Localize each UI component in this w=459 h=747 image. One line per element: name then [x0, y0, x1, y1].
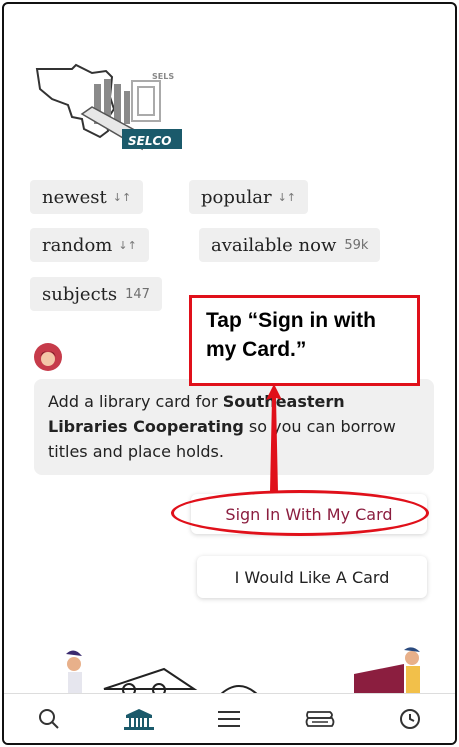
instruction-callout: Tap “Sign in with my Card.”: [189, 295, 420, 386]
annotation-arrow-icon: [266, 384, 282, 492]
chip-count: 147: [125, 286, 150, 302]
request-card-button[interactable]: I Would Like A Card: [197, 556, 427, 598]
reading-illustration: [44, 647, 444, 697]
highlight-oval: [171, 490, 429, 536]
tab-activity[interactable]: [390, 704, 430, 734]
library-card-message: Add a library card for Southeastern Libr…: [34, 379, 434, 475]
tab-shelf[interactable]: [300, 704, 340, 734]
library-icon: [124, 708, 155, 730]
tab-menu[interactable]: [209, 704, 249, 734]
instruction-text: Tap “Sign in with my Card.”: [206, 309, 376, 361]
logo-selco-text: SELCO: [128, 134, 172, 148]
chip-label: newest: [42, 186, 107, 208]
selco-logo: SELS SELCO: [35, 63, 182, 151]
chip-subjects[interactable]: subjects 147: [30, 277, 162, 311]
logo-sels-text: SELS: [152, 72, 174, 81]
chip-newest[interactable]: newest ↓↑: [30, 180, 144, 214]
chip-popular[interactable]: popular ↓↑: [189, 180, 309, 214]
chip-count: 59k: [344, 237, 369, 253]
request-card-label: I Would Like A Card: [234, 567, 390, 587]
bottom-tab-bar: [4, 693, 455, 743]
chip-label: available now: [211, 234, 337, 256]
message-prefix: Add a library card for: [48, 392, 223, 411]
chip-label: popular: [201, 186, 272, 208]
clock-icon: [399, 708, 420, 729]
sort-icon: ↓↑: [118, 238, 137, 252]
sort-icon: ↓↑: [277, 190, 297, 204]
chip-label: random: [42, 234, 113, 256]
shelf-icon: [305, 710, 335, 727]
app-screen: SELS SELCO newest ↓↑ popular ↓↑ random ↓…: [2, 2, 457, 745]
tab-search[interactable]: [29, 704, 69, 734]
chip-random[interactable]: random ↓↑: [30, 228, 149, 262]
chip-label: subjects: [42, 283, 118, 305]
sort-icon: ↓↑: [112, 190, 132, 204]
search-icon: [39, 708, 59, 729]
tab-library[interactable]: [119, 704, 159, 734]
librarian-avatar: [34, 343, 62, 371]
chip-available-now[interactable]: available now 59k: [199, 228, 381, 262]
menu-icon: [218, 710, 241, 727]
